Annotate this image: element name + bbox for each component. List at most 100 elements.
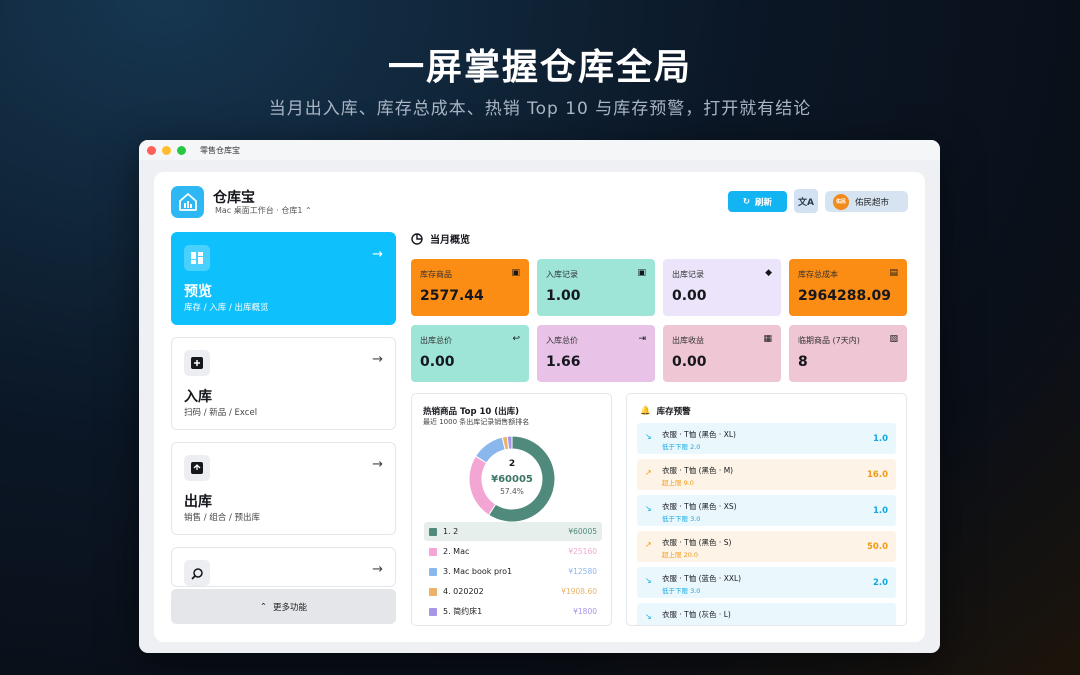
stat-value: 2964288.09 — [798, 288, 891, 304]
maximize-window-button[interactable] — [177, 145, 186, 155]
alert-item-name: 衣服 · T恤 (黑色 · M) — [662, 466, 734, 475]
nav-title: 预览 — [184, 284, 212, 300]
nav-desc: 销售 / 组合 / 预出库 — [184, 513, 261, 523]
stock-alert-item[interactable]: ↘ 衣服 · T恤 (黑色 · XL) 低于下限 2.0 1.0 — [637, 423, 896, 454]
alert-item-value: 2.0 — [872, 578, 888, 588]
close-window-button[interactable] — [147, 145, 156, 155]
more-features-button[interactable]: ⌃ 更多功能 — [171, 589, 396, 624]
stat-value: 0.00 — [672, 288, 707, 304]
return-icon: ↩ — [512, 334, 520, 344]
trend-up-icon: ↗ — [645, 540, 652, 549]
stat-label: 临期商品 (7天内) — [798, 336, 860, 345]
alert-item-value: 1.0 — [872, 434, 888, 444]
alert-item-name: 衣服 · T恤 (黑色 · XS) — [662, 502, 737, 511]
stock-alert-item[interactable]: ↗ 衣服 · T恤 (黑色 · S) 超上限 20.0 50.0 — [637, 531, 896, 562]
nav-desc: 扫码 / 新品 / Excel — [184, 408, 258, 418]
stat-label: 出库总价 — [420, 336, 452, 345]
box-icon: ▣ — [511, 268, 520, 278]
stock-alert-item[interactable]: ↘ 衣服 · T恤 (蓝色 · XXL) 低于下限 3.0 2.0 — [637, 567, 896, 598]
nav-title: 出库 — [184, 494, 212, 510]
stock-alert-panel: 🔔 库存预警 ↘ 衣服 · T恤 (黑色 · XL) 低于下限 2.0 1.0 ↗ 衣服 … — [626, 393, 907, 626]
alert-item-name: 衣服 · T恤 (黑色 · S) — [662, 538, 732, 547]
stat-label: 出库收益 — [672, 336, 704, 345]
trend-up-icon: ↗ — [645, 468, 652, 477]
stat-card: 出库收益 0.00 ▦ — [663, 325, 781, 382]
stat-value: 0.00 — [420, 354, 455, 370]
warehouse-selector[interactable]: Mac 桌面工作台 · 仓库1 ⌃ — [215, 205, 312, 216]
app-name: 仓库宝 — [213, 190, 255, 206]
donut-center-name: 2 — [509, 459, 515, 469]
nav-card-preview[interactable]: → 预览 库存 / 入库 / 出库概览 — [171, 232, 396, 325]
stat-label: 库存商品 — [420, 270, 452, 279]
donut-slice[interactable] — [474, 436, 506, 464]
stat-card: 出库总价 0.00 ↩ — [411, 325, 529, 382]
stat-card: 库存总成本 2964288.09 ▤ — [789, 259, 907, 316]
store-switch-button[interactable]: 佑民 佑民超市 — [825, 191, 908, 212]
overview-title-text: 当月概览 — [430, 235, 470, 246]
arrow-right-icon: → — [372, 352, 383, 367]
window-titlebar: 零售仓库宝 — [139, 140, 940, 160]
nav-card-inbound[interactable]: → 入库 扫码 / 新品 / Excel — [171, 337, 396, 430]
stat-value: 8 — [798, 354, 808, 370]
top10-row[interactable]: 3. Mac book pro1 ¥12580 — [424, 562, 602, 581]
download-tray-icon: ▣ — [637, 268, 646, 278]
stat-card: 库存商品 2577.44 ▣ — [411, 259, 529, 316]
stat-label: 入库总价 — [546, 336, 578, 345]
stock-alert-item[interactable]: ↘ 衣服 · T恤 (黑色 · XS) 低于下限 3.0 1.0 — [637, 495, 896, 526]
top10-item-name: 3. Mac book pro1 — [443, 567, 513, 576]
translate-icon: 文A — [798, 197, 814, 208]
bag-icon: ◆ — [765, 268, 772, 278]
legend-swatch — [429, 567, 437, 576]
stock-alert-item[interactable]: ↘ 衣服 · T恤 (灰色 · L) — [637, 603, 896, 625]
stock-alert-title: 🔔 库存预警 — [640, 405, 691, 417]
alert-item-hint: 低于下限 2.0 — [662, 443, 701, 451]
alert-item-name: 衣服 · T恤 (蓝色 · XXL) — [662, 574, 742, 583]
stat-card: 临期商品 (7天内) 8 ▧ — [789, 325, 907, 382]
alert-item-name: 衣服 · T恤 (灰色 · L) — [662, 610, 731, 619]
nav-card-outbound[interactable]: → 出库 销售 / 组合 / 预出库 — [171, 442, 396, 535]
top10-row[interactable]: 1. 2 ¥60005 — [424, 522, 602, 541]
top10-item-amount: ¥25160 — [568, 547, 597, 556]
top10-item-amount: ¥12580 — [568, 567, 597, 576]
alert-item-hint: 超上限 20.0 — [662, 551, 699, 559]
top10-donut-chart: 2 ¥60005 57.4% — [468, 435, 556, 523]
top10-row[interactable]: 5. 简约床1 ¥1800 — [424, 602, 602, 621]
top10-title: 热销商品 Top 10 (出库) — [423, 407, 520, 417]
alert-item-name: 衣服 · T恤 (黑色 · XL) — [662, 430, 736, 439]
donut-center-value: ¥60005 — [491, 474, 533, 485]
donut-center-percent: 57.4% — [500, 487, 524, 496]
top10-panel: 热销商品 Top 10 (出库) 最近 1000 条出库记录销售额排名 2 ¥6… — [411, 393, 612, 626]
top10-row[interactable]: 2. Mac ¥25160 — [424, 542, 602, 561]
top10-item-amount: ¥1908.60 — [561, 587, 597, 596]
stat-card: 入库记录 1.00 ▣ — [537, 259, 655, 316]
legend-swatch — [429, 587, 437, 596]
top10-item-amount: ¥1800 — [573, 607, 597, 616]
chevrons-up-icon: ⌃ — [259, 601, 268, 612]
stat-value: 1.00 — [546, 288, 581, 304]
donut-slice[interactable] — [468, 455, 497, 516]
bell-icon: 🔔 — [640, 406, 651, 416]
cash-register-icon: ▤ — [889, 268, 898, 278]
translate-button[interactable]: 文A — [794, 189, 818, 213]
minimize-window-button[interactable] — [162, 145, 171, 155]
nav-card-query[interactable]: → — [171, 547, 396, 587]
legend-swatch — [429, 547, 437, 556]
top10-item-name: 4. 020202 — [443, 587, 484, 596]
stat-label: 出库记录 — [672, 270, 704, 279]
app-surface: 仓库宝 Mac 桌面工作台 · 仓库1 ⌃ ↻ 刷新 文A 佑民 佑民超市 → … — [154, 172, 925, 642]
stock-alert-item[interactable]: ↗ 衣服 · T恤 (黑色 · M) 超上限 9.0 16.0 — [637, 459, 896, 490]
stat-label: 库存总成本 — [798, 270, 838, 279]
top10-item-name: 2. Mac — [443, 547, 470, 556]
top10-row[interactable]: 4. 020202 ¥1908.60 — [424, 582, 602, 601]
top10-subtitle: 最近 1000 条出库记录销售额排名 — [423, 418, 530, 426]
alert-item-hint: 低于下限 3.0 — [662, 515, 701, 523]
trend-down-icon: ↘ — [645, 432, 652, 441]
nav-desc: 库存 / 入库 / 出库概览 — [184, 303, 269, 313]
arrow-right-icon: → — [372, 247, 383, 262]
pie-chart-icon — [411, 232, 423, 245]
add-box-icon — [184, 350, 210, 376]
legend-swatch — [429, 607, 437, 616]
hero-title: 一屏掌握仓库全局 — [387, 47, 692, 88]
refresh-button[interactable]: ↻ 刷新 — [728, 191, 787, 212]
arrow-right-icon: → — [372, 457, 383, 472]
